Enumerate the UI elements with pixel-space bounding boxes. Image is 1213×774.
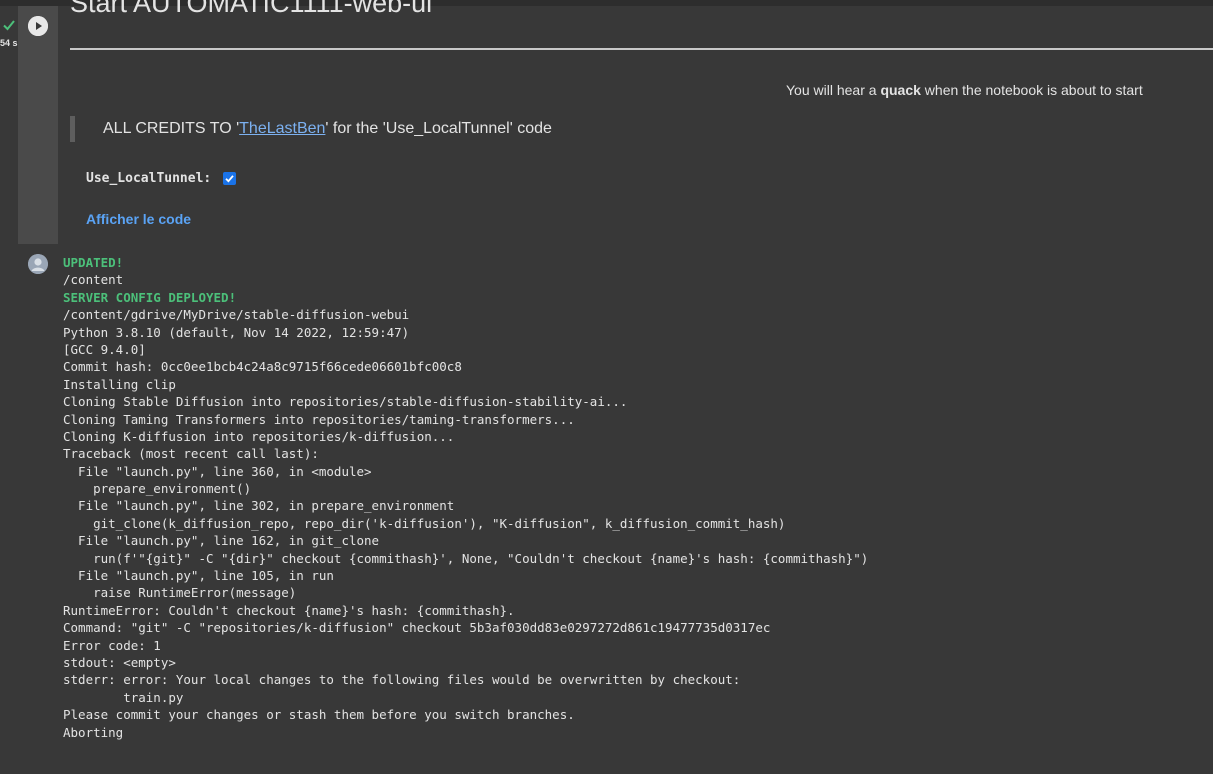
show-code-link[interactable]: Afficher le code (86, 211, 191, 227)
param-use-localtunnel: Use_LocalTunnel: (86, 168, 237, 188)
output-line: RuntimeError: Couldn't checkout {name}'s… (63, 602, 515, 618)
output-line: File "launch.py", line 302, in prepare_e… (63, 498, 455, 514)
credits-blockquote: ALL CREDITS TO 'TheLastBen' for the 'Use… (70, 116, 552, 142)
credits-before: ALL CREDITS TO ' (103, 120, 240, 137)
output-line: Cloning K-diffusion into repositories/k-… (63, 428, 455, 444)
execution-time: 54 s (0, 38, 18, 48)
run-cell-button[interactable] (28, 16, 48, 36)
quack-note-before: You will hear a (786, 82, 881, 98)
credits-after: ' for the 'Use_LocalTunnel' code (325, 120, 552, 137)
cell-rail (18, 6, 58, 244)
use-localtunnel-checkbox[interactable] (223, 171, 237, 185)
output-line: [GCC 9.4.0] (63, 341, 146, 357)
output-line: File "launch.py", line 105, in run (63, 568, 334, 584)
output-line: /content (63, 272, 124, 288)
output-line: Cloning Stable Diffusion into repositori… (63, 394, 628, 410)
output-line: train.py (63, 689, 184, 705)
thelastben-link[interactable]: TheLastBen (239, 120, 325, 137)
output-line: UPDATED! (63, 255, 124, 270)
checkmark-icon (2, 18, 16, 32)
checkbox-check-icon (225, 174, 234, 183)
param-label: Use_LocalTunnel: (86, 170, 212, 186)
output-line: Please commit your changes or stash them… (63, 707, 575, 723)
output-log: UPDATED! /content SERVER CONFIG DEPLOYED! /… (63, 254, 868, 741)
output-line: Aborting (63, 724, 124, 740)
output-line: SERVER CONFIG DEPLOYED! (63, 289, 237, 305)
quack-note-after: when the notebook is about to start (920, 82, 1143, 98)
output-line: raise RuntimeError(message) (63, 585, 297, 601)
output-line: stdout: <empty> (63, 654, 176, 670)
output-line: File "launch.py", line 360, in <module> (63, 463, 372, 479)
output-avatar-icon[interactable] (28, 254, 48, 274)
output-line: Python 3.8.10 (default, Nov 14 2022, 12:… (63, 324, 410, 340)
output-line: Installing clip (63, 376, 176, 392)
output-line: Error code: 1 (63, 637, 161, 653)
quack-note-bold: quack (880, 82, 921, 98)
output-line: Commit hash: 0cc0ee1bcb4c24a8c9715f66ced… (63, 359, 462, 375)
cell-title: Start AUTOMATIC1111-web-ui (70, 0, 433, 18)
play-icon (28, 16, 48, 36)
output-line: stderr: error: Your local changes to the… (63, 672, 741, 688)
output-line: Cloning Taming Transformers into reposit… (63, 411, 575, 427)
output-line: Traceback (most recent call last): (63, 446, 319, 462)
cell-gutter: 54 s (0, 6, 18, 774)
output-line: File "launch.py", line 162, in git_clone (63, 533, 380, 549)
output-line: Command: "git" -C "repositories/k-diffus… (63, 620, 771, 636)
output-line: /content/gdrive/MyDrive/stable-diffusion… (63, 307, 410, 323)
output-line: run(f'"{git}" -C "{dir}" checkout {commi… (63, 550, 869, 566)
quack-note: You will hear a quack when the notebook … (786, 82, 1143, 98)
output-line: prepare_environment() (63, 481, 252, 497)
title-divider (70, 48, 1213, 50)
output-line: git_clone(k_diffusion_repo, repo_dir('k-… (63, 515, 786, 531)
